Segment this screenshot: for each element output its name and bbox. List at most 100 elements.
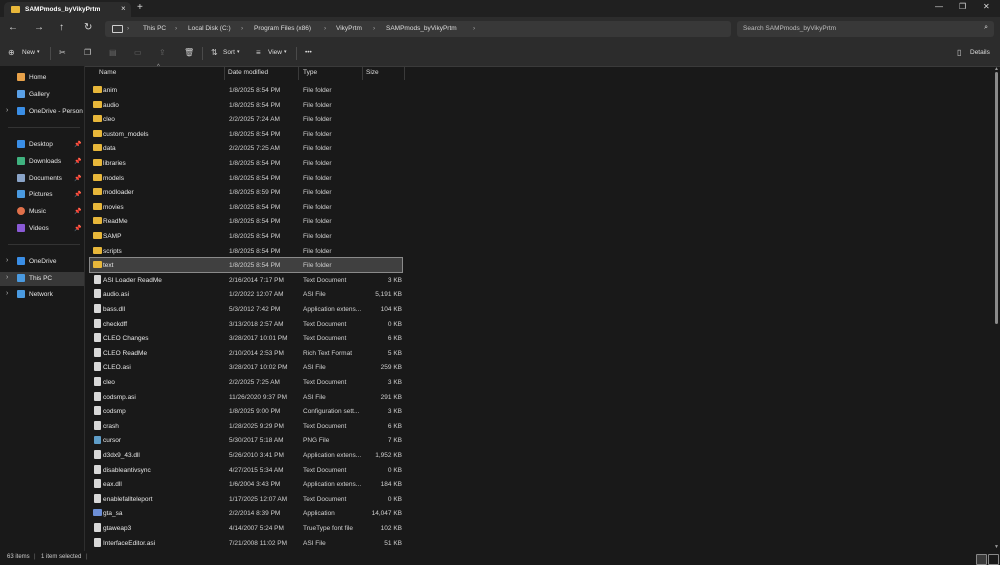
file-row[interactable]: custom_models 1/8/2025 8:54 PM File folder — [90, 127, 402, 141]
scrollbar-thumb[interactable] — [995, 72, 998, 324]
address-bar[interactable]: › This PC › Local Disk (C:) › Program Fi… — [105, 21, 731, 37]
delete-icon[interactable]: 🗑 — [184, 48, 194, 57]
up-button[interactable]: ↑ — [59, 22, 64, 33]
file-row[interactable]: checkdff 3/13/2018 2:57 AM Text Document 0 … — [90, 317, 402, 331]
file-row[interactable]: bass.dll 5/3/2012 7:42 PM Application exte… — [90, 302, 402, 316]
maximize-button[interactable]: ❐ — [959, 2, 966, 11]
paste-icon[interactable]: ▤ — [109, 48, 117, 57]
more-options-button[interactable]: ••• — [305, 49, 312, 56]
file-row[interactable]: ASI Loader ReadMe 2/16/2014 7:17 PM Text D… — [90, 273, 402, 287]
new-button[interactable]: New — [22, 49, 35, 56]
file-row[interactable]: CLEO Changes 3/28/2017 10:01 PM Text Docum… — [90, 331, 402, 345]
file-row[interactable]: cleo 2/2/2025 7:25 AM Text Document 3 KB — [90, 375, 402, 389]
crumb-vikyprtm[interactable]: VikyPrtm — [336, 25, 362, 32]
sort-ascending-icon: ^ — [157, 64, 160, 70]
sidebar-item-network[interactable]: › Network — [0, 288, 84, 302]
column-header-type[interactable]: Type — [299, 66, 361, 80]
pin-icon[interactable]: 📌 — [74, 208, 81, 215]
chevron-down-icon: ▾ — [284, 49, 287, 55]
vertical-scrollbar[interactable]: ▲ ▼ — [993, 66, 1000, 551]
file-row[interactable]: InterfaceEditor.asi 7/21/2008 11:02 PM ASI… — [90, 536, 402, 550]
application-icon — [93, 509, 102, 517]
tab-sampmods[interactable]: SAMPmods_byVikyPrtm × — [4, 2, 131, 17]
file-row[interactable]: d3dx9_43.dll 5/26/2010 3:41 PM Application… — [90, 448, 402, 462]
forward-button[interactable]: → — [34, 22, 44, 33]
chevron-right-icon[interactable]: › — [6, 107, 8, 114]
file-row[interactable]: eax.dll 1/6/2004 3:43 PM Application exten… — [90, 477, 402, 491]
file-row[interactable]: codsmp.asi 11/26/2020 9:37 PM ASI File 291 … — [90, 390, 402, 404]
folder-icon — [93, 173, 102, 181]
column-header-name[interactable]: Name ^ — [85, 64, 223, 80]
minimize-button[interactable]: — — [935, 2, 943, 11]
file-row[interactable]: disableantivsync 4/27/2015 5:34 AM Text Do… — [90, 463, 402, 477]
file-row[interactable]: modloader 1/8/2025 8:59 PM File folder — [90, 185, 402, 199]
cut-icon[interactable]: ✂ — [59, 48, 66, 57]
tiles-view-icon[interactable] — [988, 554, 999, 565]
file-row[interactable]: movies 1/8/2025 8:54 PM File folder — [90, 200, 402, 214]
file-row[interactable]: crash 1/28/2025 9:29 PM Text Document 6 KB — [90, 419, 402, 433]
file-row[interactable]: CLEO.asi 3/28/2017 10:02 PM ASI File 259 KB — [90, 360, 402, 374]
sidebar-item-onedrive-personal[interactable]: › OneDrive - Persona — [0, 105, 84, 119]
file-row[interactable]: gtaweap3 4/14/2007 5:24 PM TrueType font f… — [90, 521, 402, 535]
close-button[interactable]: ✕ — [983, 2, 990, 11]
file-row[interactable]: SAMP 1/8/2025 8:54 PM File folder — [90, 229, 402, 243]
file-row[interactable]: models 1/8/2025 8:54 PM File folder — [90, 171, 402, 185]
file-row[interactable]: cleo 2/2/2025 7:24 AM File folder — [90, 112, 402, 126]
refresh-button[interactable]: ↻ — [84, 22, 92, 33]
details-button[interactable]: Details — [970, 49, 990, 56]
sidebar-item-downloads[interactable]: Downloads 📌 — [0, 155, 84, 169]
rename-icon[interactable]: ▭ — [134, 48, 142, 57]
file-row[interactable]: audio.asi 1/2/2022 12:07 AM ASI File 5,191 … — [90, 287, 402, 301]
scroll-down-icon[interactable]: ▼ — [994, 544, 999, 550]
sidebar-item-documents[interactable]: Documents 📌 — [0, 172, 84, 186]
sidebar-item-desktop[interactable]: Desktop 📌 — [0, 138, 84, 152]
file-row[interactable]: anim 1/8/2025 8:54 PM File folder — [90, 83, 402, 97]
tab-close-button[interactable]: × — [121, 4, 126, 13]
file-row[interactable]: libraries 1/8/2025 8:54 PM File folder — [90, 156, 402, 170]
file-name: custom_models — [103, 130, 149, 138]
sidebar-item-videos[interactable]: Videos 📌 — [0, 222, 84, 236]
sidebar-item-this-pc[interactable]: › This PC — [0, 272, 84, 286]
pin-icon[interactable]: 📌 — [74, 175, 81, 182]
search-input[interactable]: Search SAMPmods_byVikyPrtm ⌕ — [737, 21, 994, 37]
details-view-icon[interactable] — [976, 554, 987, 565]
pin-icon[interactable]: 📌 — [74, 225, 81, 232]
copy-icon[interactable]: ❐ — [84, 48, 91, 57]
folder-icon — [93, 129, 102, 137]
file-row[interactable]: gta_sa 2/2/2014 8:39 PM Application 14,047 … — [90, 506, 402, 520]
sidebar-item-pictures[interactable]: Pictures 📌 — [0, 188, 84, 202]
crumb-this-pc[interactable]: This PC — [143, 25, 166, 32]
column-header-size[interactable]: Size — [363, 66, 403, 80]
crumb-separator: › — [241, 25, 244, 32]
new-tab-button[interactable]: + — [137, 2, 143, 13]
sidebar-item-onedrive[interactable]: › OneDrive — [0, 255, 84, 269]
crumb-sampmods[interactable]: SAMPmods_byVikyPrtm — [386, 25, 457, 32]
column-header-date[interactable]: Date modified — [225, 66, 297, 80]
file-row[interactable]: data 2/2/2025 7:25 AM File folder — [90, 141, 402, 155]
pin-icon[interactable]: 📌 — [74, 191, 81, 198]
crumb-local-disk[interactable]: Local Disk (C:) — [188, 25, 231, 32]
file-row[interactable]: codsmp 1/8/2025 9:00 PM Configuration sett… — [90, 404, 402, 418]
chevron-right-icon[interactable]: › — [6, 290, 8, 297]
back-button[interactable]: ← — [8, 22, 18, 33]
file-row[interactable]: scripts 1/8/2025 8:54 PM File folder — [90, 244, 402, 258]
view-button[interactable]: View — [268, 49, 282, 56]
column-divider[interactable] — [404, 67, 405, 80]
file-name: scripts — [103, 247, 122, 255]
sidebar-item-home[interactable]: Home — [0, 71, 84, 85]
file-row[interactable]: text 1/8/2025 8:54 PM File folder — [89, 257, 403, 274]
file-row[interactable]: enablefallteleport 1/17/2025 12:07 AM Text… — [90, 492, 402, 506]
crumb-program-files[interactable]: Program Files (x86) — [254, 25, 311, 32]
file-row[interactable]: ReadMe 1/8/2025 8:54 PM File folder — [90, 214, 402, 228]
share-icon[interactable]: ⇪ — [159, 48, 166, 57]
chevron-right-icon[interactable]: › — [6, 257, 8, 264]
pin-icon[interactable]: 📌 — [74, 141, 81, 148]
sort-button[interactable]: Sort — [223, 49, 235, 56]
file-row[interactable]: CLEO ReadMe 2/10/2014 2:53 PM Rich Text Fo… — [90, 346, 402, 360]
chevron-right-icon[interactable]: › — [6, 274, 8, 281]
file-row[interactable]: audio 1/8/2025 8:54 PM File folder — [90, 98, 402, 112]
pin-icon[interactable]: 📌 — [74, 158, 81, 165]
file-row[interactable]: cursor 5/30/2017 5:18 AM PNG File 7 KB — [90, 433, 402, 447]
sidebar-item-gallery[interactable]: Gallery — [0, 88, 84, 102]
sidebar-item-music[interactable]: Music 📌 — [0, 205, 84, 219]
